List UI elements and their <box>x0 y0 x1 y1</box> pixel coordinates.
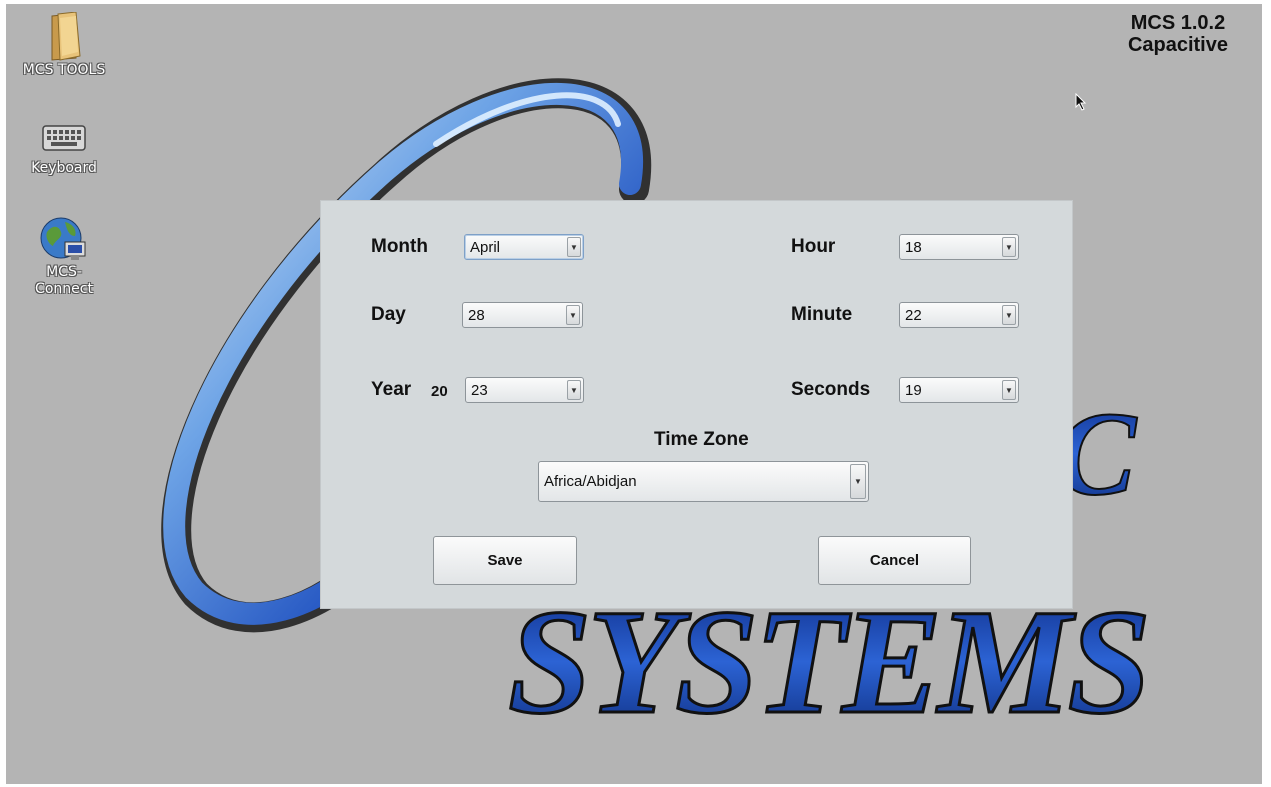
month-select[interactable]: April ▼ <box>464 234 584 260</box>
day-value: 28 <box>468 307 485 324</box>
version-number: MCS 1.0.2 <box>1130 12 1226 34</box>
day-label: Day <box>371 304 406 325</box>
version-variant: Capacitive <box>1127 34 1228 56</box>
minute-label: Minute <box>791 304 853 325</box>
year-label: Year <box>371 379 412 400</box>
hour-select[interactable]: 18 ▼ <box>899 234 1019 260</box>
desktop-icon-label: MCS- Connect <box>35 264 93 297</box>
month-label: Month <box>371 236 428 257</box>
hour-value: 18 <box>905 239 922 256</box>
timezone-label: Time Zone <box>654 429 749 450</box>
year-prefix: 20 <box>431 383 448 400</box>
cancel-button[interactable]: Cancel <box>818 536 971 585</box>
year-value: 23 <box>471 382 488 399</box>
mouse-pointer-icon <box>1075 93 1087 111</box>
folder-icon <box>51 12 81 61</box>
desktop: C SYSTEMS MCS TOOLS Keyboard MCS- Connec… <box>6 4 1262 784</box>
globe-network-icon <box>40 217 86 260</box>
chevron-down-icon: ▼ <box>1002 237 1016 257</box>
chevron-down-icon: ▼ <box>850 464 866 499</box>
minute-value: 22 <box>905 307 922 324</box>
year-select[interactable]: 23 ▼ <box>465 377 584 403</box>
hour-label: Hour <box>791 236 836 257</box>
desktop-icon-keyboard[interactable]: Keyboard <box>19 122 109 177</box>
desktop-icon-label: MCS TOOLS <box>22 62 106 78</box>
timezone-value: Africa/Abidjan <box>544 473 637 490</box>
desktop-icon-mcs-connect[interactable]: MCS- Connect <box>19 214 109 298</box>
month-value: April <box>470 239 501 256</box>
keyboard-icon <box>42 125 86 151</box>
day-select[interactable]: 28 ▼ <box>462 302 583 328</box>
save-button[interactable]: Save <box>433 536 577 585</box>
desktop-icon-label: Keyboard <box>31 160 97 176</box>
chevron-down-icon: ▼ <box>1002 380 1016 400</box>
seconds-select[interactable]: 19 ▼ <box>899 377 1019 403</box>
timezone-select[interactable]: Africa/Abidjan ▼ <box>538 461 869 502</box>
chevron-down-icon: ▼ <box>567 380 581 400</box>
version-label: MCS 1.0.2 Capacitive <box>1128 12 1228 56</box>
seconds-label: Seconds <box>791 379 871 400</box>
date-time-dialog: Month April ▼ Day 28 ▼ Year 20 23 ▼ Hour… <box>320 200 1073 609</box>
chevron-down-icon: ▼ <box>566 305 580 325</box>
seconds-value: 19 <box>905 382 922 399</box>
chevron-down-icon: ▼ <box>1002 305 1016 325</box>
desktop-icon-mcs-tools[interactable]: MCS TOOLS <box>19 12 109 79</box>
chevron-down-icon: ▼ <box>567 237 581 257</box>
minute-select[interactable]: 22 ▼ <box>899 302 1019 328</box>
